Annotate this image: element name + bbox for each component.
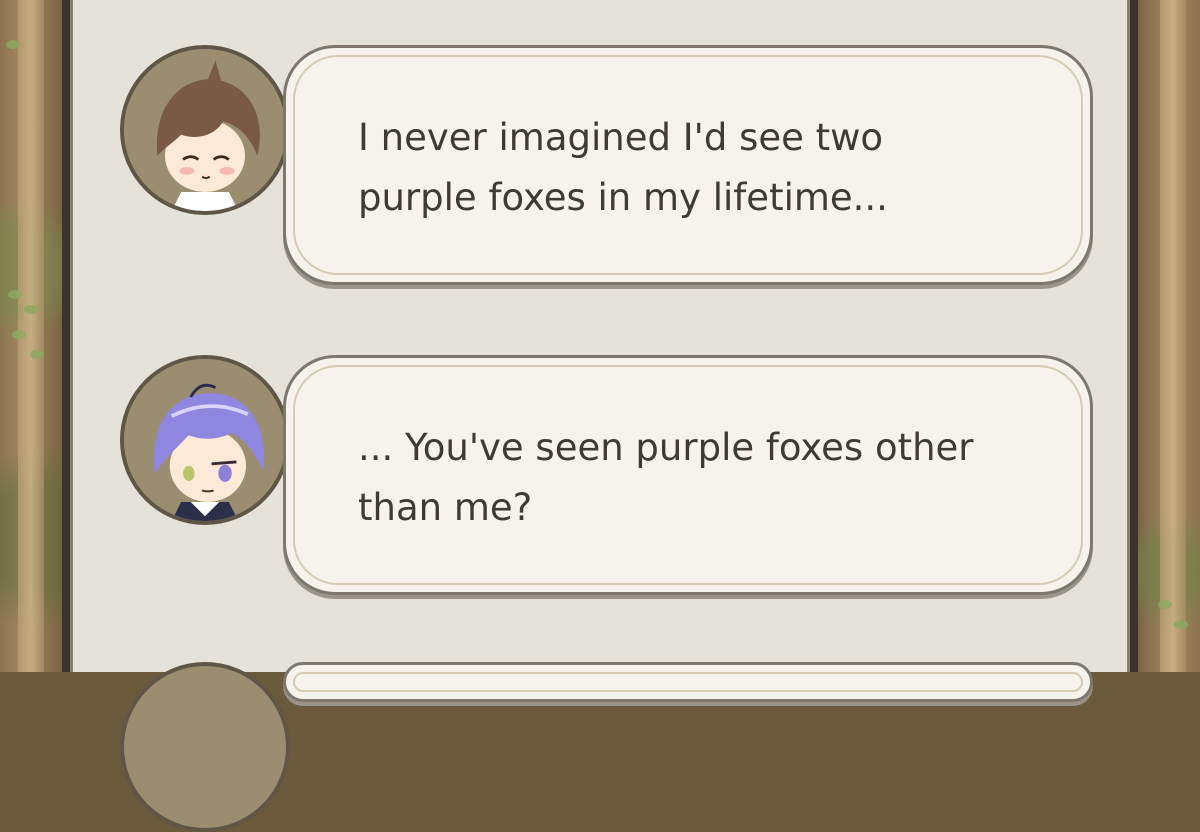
leaf-icon	[1158, 600, 1172, 609]
leaf-icon	[1174, 620, 1188, 629]
leaf-icon	[24, 305, 38, 314]
leaf-icon	[30, 350, 44, 359]
leaf-icon	[8, 290, 22, 299]
dialogue-log-panel[interactable]: I never imagined I'd see two purple foxe…	[62, 0, 1138, 832]
forest-background-left	[0, 0, 62, 672]
leaf-icon	[6, 40, 20, 49]
dialogue-text: I never imagined I'd see two purple foxe…	[358, 116, 888, 219]
dialogue-text: ... You've seen purple foxes other than …	[358, 426, 974, 529]
brown-haired-character-avatar-icon	[120, 45, 290, 215]
forest-background-right	[1138, 0, 1200, 672]
next-dialogue-bubble	[283, 662, 1093, 702]
next-character-avatar-icon	[120, 662, 290, 832]
dialogue-bubble: ... You've seen purple foxes other than …	[283, 355, 1093, 595]
tree-trunk-right	[1160, 0, 1186, 672]
purple-haired-character-avatar-icon	[120, 355, 290, 525]
dialogue-bubble: I never imagined I'd see two purple foxe…	[283, 45, 1093, 285]
leaf-icon	[12, 330, 26, 339]
